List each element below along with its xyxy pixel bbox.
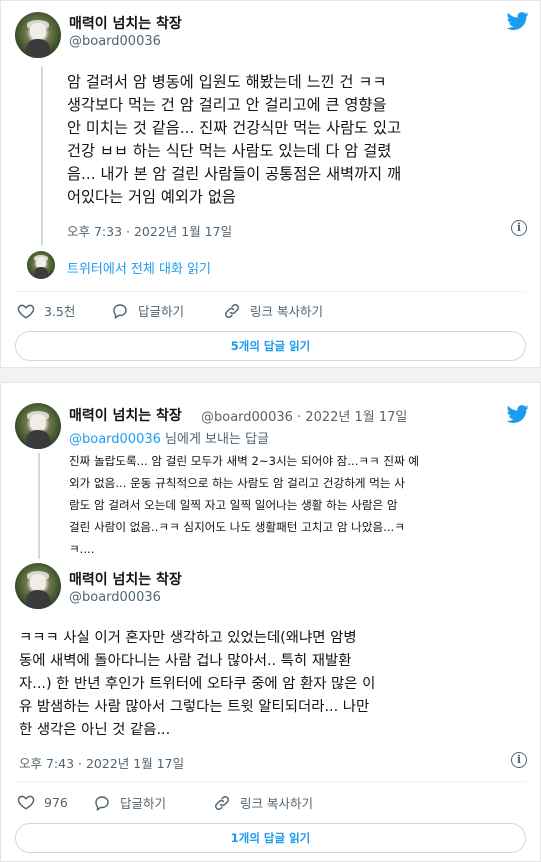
copy-link-label: 링크 복사하기 [240, 796, 313, 811]
author-name[interactable]: 매력이 넘치는 착장 [69, 13, 182, 33]
link-icon [224, 303, 240, 318]
reply-to-line: @board00036 님에게 보내는 답글 [69, 428, 269, 447]
reply-label: 답글하기 [138, 304, 185, 319]
reply-to-suffix: 님에게 보내는 답글 [160, 432, 269, 447]
heart-icon [17, 304, 35, 319]
reply-icon [113, 303, 127, 319]
tweet-text-line: 동에 새벽에 돌아다니는 사람 겁나 많아서.. 특히 재발환 [19, 653, 352, 669]
copy-link-label: 링크 복사하기 [250, 304, 323, 319]
reply-icon [95, 795, 109, 811]
reply-button[interactable]: 답글하기 [111, 301, 184, 320]
author-handle[interactable]: @board00036 [69, 34, 161, 49]
tweet-text-line: 건강 ㅂㅂ 하는 식단 먹는 사람도 있는데 다 암 걸렸 [67, 142, 392, 160]
link-icon [214, 795, 230, 810]
avatar[interactable] [15, 12, 61, 58]
tweet-text-line: 진짜 놀랍도록... 암 걸린 모두가 새벽 2~3시는 되어야 잠...ㅋㅋ … [69, 454, 420, 468]
info-icon[interactable]: i [511, 220, 527, 236]
tweet-text-line: 어있다는 거임 예외가 없음 [67, 188, 236, 206]
divider [15, 781, 526, 782]
copy-link-button[interactable]: 링크 복사하기 [223, 301, 323, 320]
reply-to-handle[interactable]: @board00036 [69, 432, 161, 447]
author-name[interactable]: 매력이 넘치는 착장 [69, 569, 182, 589]
twitter-bird-icon[interactable] [505, 403, 531, 425]
tweet-text-line: 람도 암 걸려서 오는데 일찍 자고 일찍 일어나는 생활 하는 사람은 암 [69, 498, 398, 512]
tweet-text-line: 한 생각은 아닌 것 같음... [19, 722, 171, 738]
divider [15, 291, 526, 292]
tweet-text-line: 유 밤샘하는 사람 많아서 그렇다는 트윗 알티되더라... 나만 [19, 699, 370, 715]
reply-author-handle-date[interactable]: @board00036 · 2022년 1월 17일 [201, 406, 407, 425]
tweet-text-line: ㅋㅋㅋ 사실 이거 혼자만 생각하고 있었는데(왜냐면 암병 [19, 630, 357, 646]
like-button[interactable]: 976 [17, 793, 68, 811]
twitter-bird-icon[interactable] [505, 10, 531, 32]
read-replies-button[interactable]: 5개의 답글 읽기 [15, 331, 526, 361]
tweet-text-line: 외가 없음... 운동 규칙적으로 하는 사람도 암 걸리고 건강하게 먹는 사 [69, 476, 405, 490]
avatar[interactable] [15, 403, 61, 449]
tweet-text: ㅋㅋㅋ 사실 이거 혼자만 생각하고 있었는데(왜냐면 암병 동에 새벽에 돌아… [19, 627, 375, 742]
tweet-text-line: 안 미치는 것 같음... 진짜 건강식만 먹는 사람도 있고 [67, 119, 402, 137]
copy-link-button[interactable]: 링크 복사하기 [213, 793, 313, 812]
tweet-text-line: 생각보다 먹는 건 암 걸리고 안 걸리고에 큰 영향을 [67, 96, 387, 114]
reply-button[interactable]: 답글하기 [93, 793, 166, 812]
tweet-card-1: 매력이 넘치는 착장 @board00036 암 걸려서 암 병동에 입원도 해… [0, 0, 541, 368]
avatar[interactable] [15, 563, 61, 609]
tweet-text-line: 자...) 한 반년 후인가 트위터에 오타쿠 중에 암 환자 많은 이 [19, 676, 376, 692]
tweet-text: 암 걸려서 암 병동에 입원도 해봤는데 느낀 건 ㅋㅋ 생각보다 먹는 건 암… [67, 71, 401, 209]
tweet-text-line: 암 걸려서 암 병동에 입원도 해봤는데 느낀 건 ㅋㅋ [67, 73, 387, 91]
timestamp[interactable]: 오후 7:43 · 2022년 1월 17일 [19, 753, 184, 772]
reply-tweet-text: 진짜 놀랍도록... 암 걸린 모두가 새벽 2~3시는 되어야 잠...ㅋㅋ … [69, 450, 419, 560]
timestamp[interactable]: 오후 7:33 · 2022년 1월 17일 [67, 221, 232, 240]
tweet-text-line: ㅋ.... [69, 542, 95, 556]
reply-label: 답글하기 [120, 796, 167, 811]
info-icon[interactable]: i [511, 752, 527, 768]
tweet-text-line: 음... 내가 본 암 걸린 사람들이 공통점은 새벽까지 깨 [67, 165, 402, 183]
thread-line [41, 67, 43, 245]
author-handle[interactable]: @board00036 [69, 590, 161, 605]
like-count: 976 [44, 794, 68, 810]
read-conversation-link[interactable]: 트위터에서 전체 대화 읽기 [67, 258, 211, 277]
tweet-text-line: 걸린 사람이 없음..ㅋㅋ 심지어도 나도 생활패턴 고치고 암 나았음...ㅋ [69, 520, 405, 534]
heart-icon [17, 795, 35, 810]
like-count: 3.5천 [44, 304, 76, 319]
thread-line [38, 453, 40, 559]
read-replies-button[interactable]: 1개의 답글 읽기 [15, 823, 526, 853]
tweet-card-2: 매력이 넘치는 착장 @board00036 · 2022년 1월 17일 @b… [0, 382, 541, 862]
avatar[interactable] [27, 251, 55, 279]
reply-author-name[interactable]: 매력이 넘치는 착장 [69, 405, 182, 425]
like-button[interactable]: 3.5천 [17, 301, 75, 320]
